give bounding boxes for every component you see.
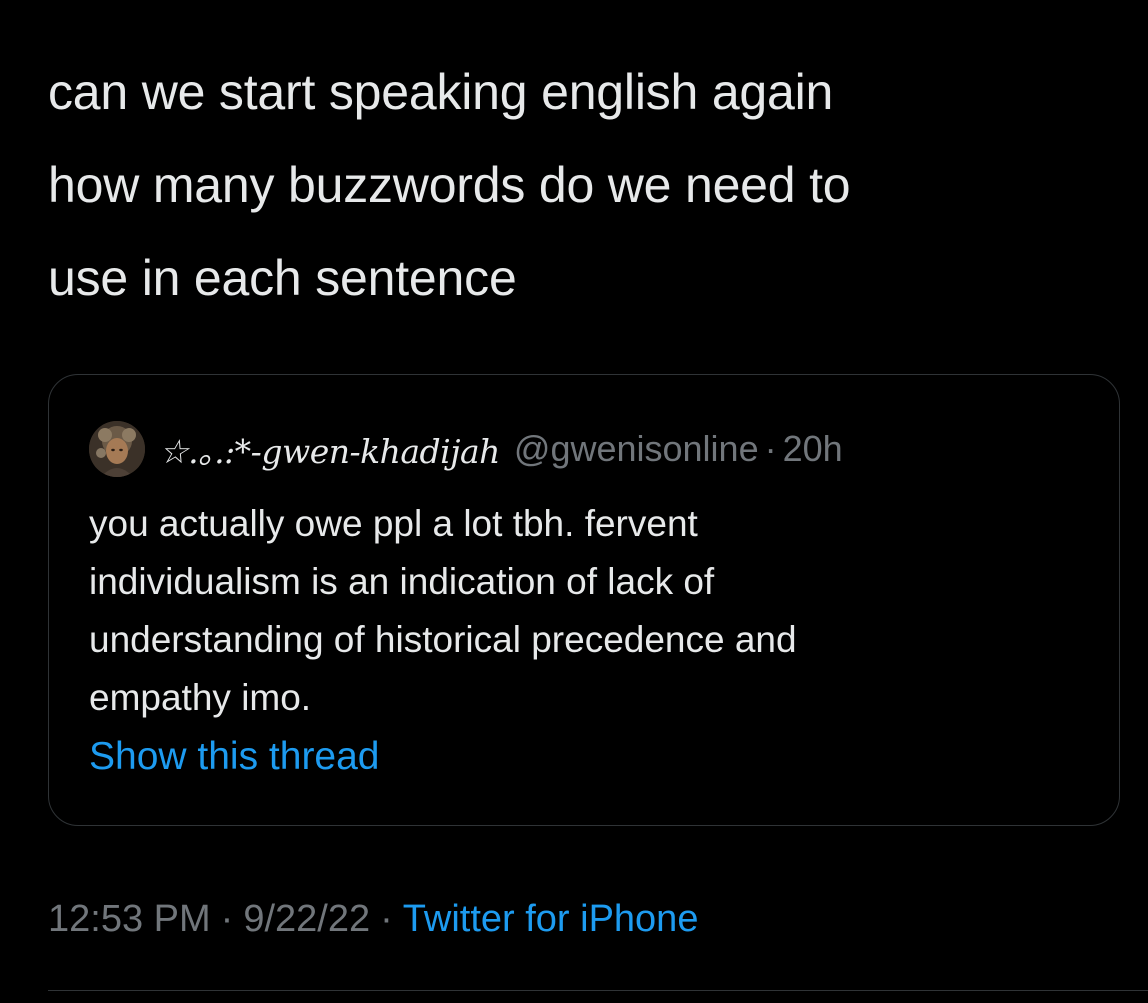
quoted-tweet-header: ☆.｡.:*-gwen-khadijah @gwenisonline · 20h xyxy=(89,419,843,479)
meta-separator: · xyxy=(220,898,234,940)
tweet-source-link[interactable]: Twitter for iPhone xyxy=(403,898,699,940)
tweet-text-line: can we start speaking english again xyxy=(48,64,834,120)
tweet-text-line: use in each sentence xyxy=(48,250,517,306)
avatar[interactable] xyxy=(89,421,145,477)
quoted-text-line: individualism is an indication of lack o… xyxy=(89,561,715,602)
meta-separator: · xyxy=(380,898,393,940)
tweet-text-line: how many buzzwords do we need to xyxy=(48,157,851,213)
tweet-text: can we start speaking english again how … xyxy=(48,46,1108,325)
tweet-time[interactable]: 12:53 PM xyxy=(48,898,211,940)
quoted-tweet-age[interactable]: 20h xyxy=(783,428,843,470)
avatar-icon xyxy=(89,421,145,477)
divider xyxy=(48,990,1148,991)
quoted-tweet-text: you actually owe ppl a lot tbh. fervent … xyxy=(89,495,1089,727)
show-thread-link[interactable]: Show this thread xyxy=(89,735,380,779)
quoted-header-separator: · xyxy=(764,428,777,469)
quoted-text-line: understanding of historical precedence a… xyxy=(89,619,797,660)
quoted-text-line: empathy imo. xyxy=(89,677,312,718)
tweet-metadata: 12:53 PM · 9/22/22 · Twitter for iPhone xyxy=(48,898,698,941)
quoted-handle[interactable]: @gwenisonline xyxy=(514,428,759,470)
quoted-text-line: you actually owe ppl a lot tbh. fervent xyxy=(89,503,698,544)
tweet-date[interactable]: 9/22/22 xyxy=(243,898,370,940)
quoted-display-name[interactable]: ☆.｡.:*-gwen-khadijah xyxy=(159,425,500,473)
quoted-tweet-card[interactable]: ☆.｡.:*-gwen-khadijah @gwenisonline · 20h… xyxy=(48,374,1120,826)
